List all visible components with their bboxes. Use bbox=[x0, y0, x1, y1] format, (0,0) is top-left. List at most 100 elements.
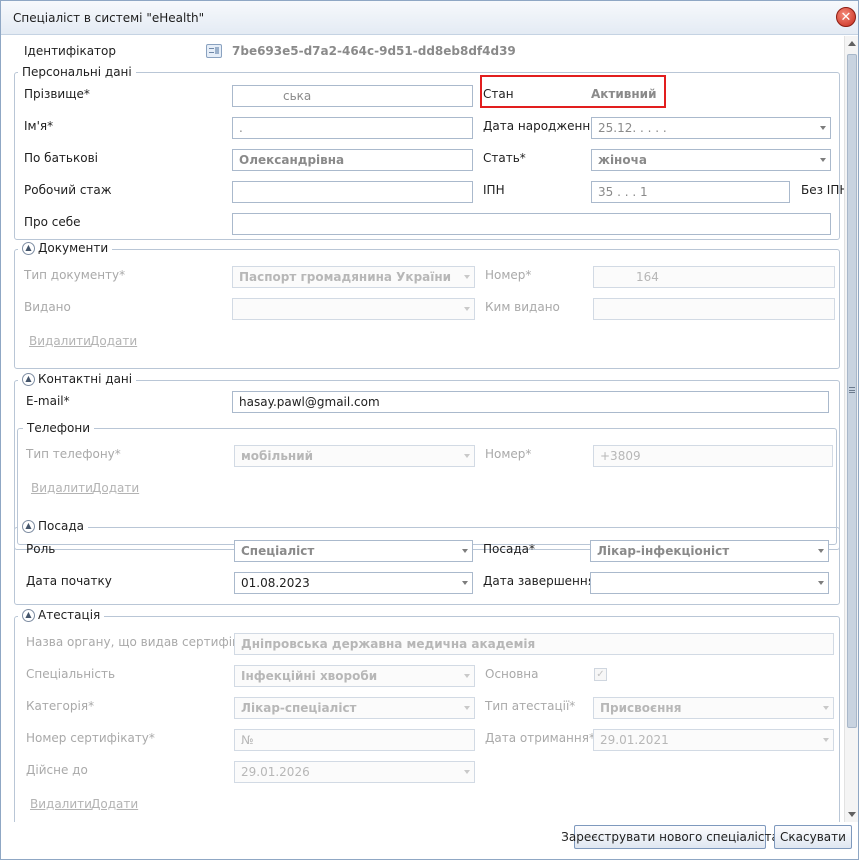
role-select[interactable]: Спеціаліст bbox=[234, 540, 473, 562]
valid-until-value: 29.01.2026 bbox=[241, 765, 310, 779]
first-name-value: . bbox=[239, 121, 243, 135]
attestation-type-select[interactable]: Присвоєння bbox=[593, 697, 834, 719]
about-label: Про себе bbox=[24, 215, 81, 229]
status-highlight-box bbox=[480, 75, 666, 108]
chevron-down-icon bbox=[462, 581, 468, 585]
issued-by-label: Ким видано bbox=[485, 300, 560, 314]
end-date-picker[interactable] bbox=[590, 572, 829, 594]
doc-number-label: Номер* bbox=[485, 268, 532, 282]
phones-delete-link[interactable]: Видалити bbox=[31, 481, 93, 495]
category-label: Категорія* bbox=[26, 699, 95, 713]
valid-until-picker[interactable]: 29.01.2026 bbox=[234, 761, 475, 783]
post-select[interactable]: Лікар-інфекціоніст bbox=[590, 540, 829, 562]
post-label: Посада* bbox=[483, 542, 535, 556]
start-date-picker[interactable]: 01.08.2023 bbox=[234, 572, 473, 594]
chevron-down-icon bbox=[823, 706, 829, 710]
issuer-value: Дніпровська державна медична академія bbox=[241, 637, 536, 651]
received-date-picker[interactable]: 29.01.2021 bbox=[593, 729, 834, 751]
documents-add-link[interactable]: Додати bbox=[90, 334, 137, 348]
category-select[interactable]: Лікар-спеціаліст bbox=[234, 697, 475, 719]
phones-title-text: Телефони bbox=[27, 421, 91, 435]
cancel-button[interactable]: Скасувати bbox=[774, 825, 852, 849]
main-checkbox[interactable]: ✓ bbox=[594, 668, 607, 681]
specialty-select[interactable]: Інфекційні хвороби bbox=[234, 665, 475, 687]
collapse-up-icon[interactable]: ▲ bbox=[22, 519, 35, 533]
patronymic-value: Олександрівна bbox=[239, 153, 345, 167]
close-icon: ✕ bbox=[840, 9, 852, 25]
tax-id-field[interactable]: 35 . . . 1 bbox=[591, 181, 790, 203]
valid-until-label: Дійсне до bbox=[26, 763, 88, 777]
phones-add-link[interactable]: Додати bbox=[92, 481, 139, 495]
surname-label: Прізвище* bbox=[24, 87, 90, 101]
documents-title: ▲ Документи bbox=[18, 241, 113, 255]
phone-number-value: +3809 bbox=[600, 449, 641, 463]
surname-field[interactable]: ська bbox=[232, 85, 473, 107]
chevron-down-icon bbox=[820, 158, 826, 162]
attestation-type-label: Тип атестації* bbox=[485, 699, 576, 713]
scroll-down-icon[interactable] bbox=[848, 812, 856, 817]
category-value: Лікар-спеціаліст bbox=[241, 701, 357, 715]
tax-id-label: ІПН bbox=[483, 183, 505, 197]
post-value: Лікар-інфекціоніст bbox=[597, 544, 730, 558]
attestation-add-link[interactable]: Додати bbox=[91, 797, 138, 811]
attestation-delete-link[interactable]: Видалити bbox=[30, 797, 92, 811]
documents-delete-link[interactable]: Видалити bbox=[29, 334, 91, 348]
personal-data-title: Персональні дані bbox=[18, 65, 136, 79]
chevron-down-icon bbox=[820, 126, 826, 130]
dialog-window: Спеціаліст в системі "eHealth" ✕ Ідентиф… bbox=[0, 0, 859, 860]
no-tax-id-label[interactable]: Без ІПН bbox=[801, 183, 844, 197]
chevron-down-icon bbox=[818, 549, 824, 553]
phone-number-field[interactable]: +3809 bbox=[593, 445, 833, 467]
tax-id-value: 35 . . . 1 bbox=[598, 185, 648, 199]
patronymic-label: По батькові bbox=[24, 151, 98, 165]
start-date-label: Дата початку bbox=[26, 574, 112, 588]
window-title: Спеціаліст в системі "eHealth" bbox=[13, 11, 205, 25]
contacts-title-text: Контактні дані bbox=[38, 372, 133, 386]
first-name-label: Ім'я* bbox=[24, 119, 54, 133]
email-label: E-mail* bbox=[26, 394, 70, 408]
role-label: Роль bbox=[26, 542, 56, 556]
collapse-up-icon[interactable]: ▲ bbox=[22, 241, 35, 255]
scroll-up-icon[interactable] bbox=[848, 41, 856, 46]
chevron-down-icon bbox=[464, 454, 470, 458]
chevron-down-icon bbox=[823, 738, 829, 742]
position-title-text: Посада bbox=[38, 519, 84, 533]
collapse-up-icon[interactable]: ▲ bbox=[22, 372, 35, 386]
about-field[interactable] bbox=[232, 213, 831, 235]
email-field[interactable]: hasay.pawl@gmail.com bbox=[232, 391, 829, 413]
chevron-down-icon bbox=[464, 770, 470, 774]
gender-select[interactable]: жіноча bbox=[591, 149, 831, 171]
close-button[interactable]: ✕ bbox=[836, 7, 856, 27]
form-content: Ідентифікатор 7be693e5-d7a2-464c-9d51-dd… bbox=[1, 36, 844, 822]
issued-date-picker[interactable] bbox=[232, 298, 475, 320]
issuer-field[interactable]: Дніпровська державна медична академія bbox=[234, 633, 834, 655]
cert-number-field[interactable]: № bbox=[234, 729, 475, 751]
scrollbar-thumb[interactable] bbox=[847, 54, 857, 728]
chevron-down-icon bbox=[464, 674, 470, 678]
contacts-title: ▲ Контактні дані bbox=[18, 372, 137, 386]
birth-date-label: Дата народження bbox=[483, 119, 598, 133]
issuer-label: Назва органу, що видав сертифікат* bbox=[26, 635, 260, 649]
doc-number-field[interactable]: 164 bbox=[593, 266, 835, 288]
patronymic-field[interactable]: Олександрівна bbox=[232, 149, 473, 171]
birth-date-picker[interactable]: 25.12. . . . . bbox=[591, 117, 831, 139]
phone-type-value: мобільний bbox=[241, 449, 314, 463]
phone-type-select[interactable]: мобільний bbox=[234, 445, 475, 467]
vertical-scrollbar[interactable] bbox=[844, 36, 858, 822]
end-date-label: Дата завершення bbox=[483, 574, 595, 588]
role-value: Спеціаліст bbox=[241, 544, 315, 558]
register-specialist-button[interactable]: Зареєструвати нового спеціаліста bbox=[561, 825, 779, 849]
identifier-value: 7be693e5-d7a2-464c-9d51-dd8eb8df4d39 bbox=[232, 44, 516, 58]
first-name-field[interactable]: . bbox=[232, 117, 473, 139]
issued-by-field[interactable] bbox=[593, 298, 835, 320]
doc-type-select[interactable]: Паспорт громадянина України bbox=[232, 266, 475, 288]
attestation-title-text: Атестація bbox=[38, 608, 101, 622]
chevron-down-icon bbox=[464, 275, 470, 279]
experience-field[interactable] bbox=[232, 181, 473, 203]
title-bar: Спеціаліст в системі "eHealth" ✕ bbox=[1, 1, 858, 35]
collapse-up-icon[interactable]: ▲ bbox=[22, 608, 35, 622]
identifier-label: Ідентифікатор bbox=[24, 44, 116, 58]
specialty-value: Інфекційні хвороби bbox=[241, 669, 378, 683]
issued-label: Видано bbox=[24, 300, 71, 314]
attestation-type-value: Присвоєння bbox=[600, 701, 682, 715]
